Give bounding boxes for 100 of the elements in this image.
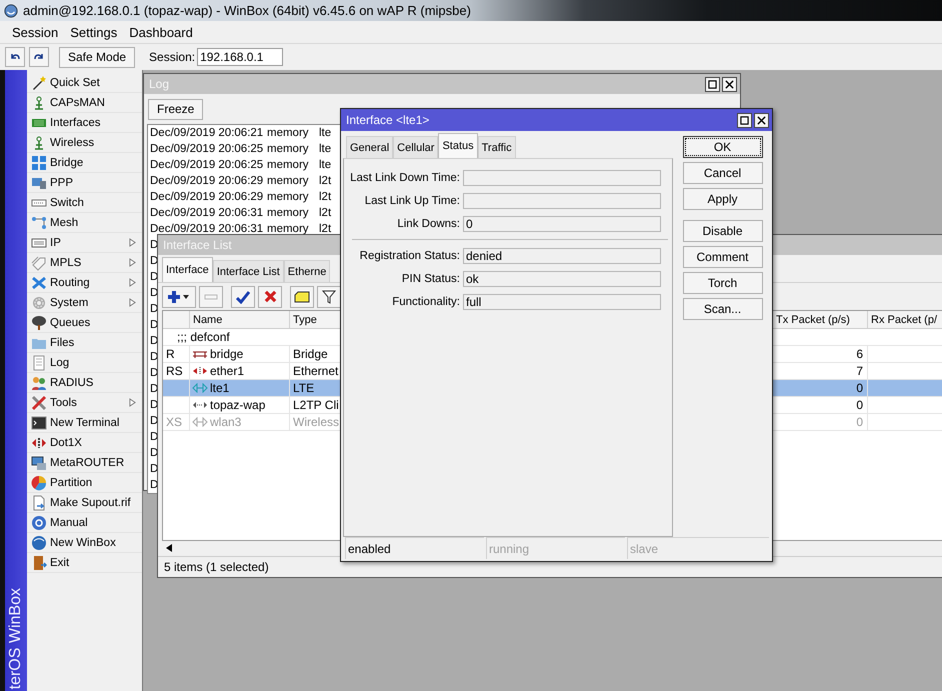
sidebar-item[interactable]: Dot1X — [27, 433, 142, 453]
column-header[interactable]: Name — [190, 311, 290, 328]
type-cell: Bridge — [293, 347, 328, 361]
dialog-button[interactable]: Cancel — [682, 162, 762, 184]
type-cell: Ethernet — [293, 364, 338, 378]
log-topic: memory — [267, 127, 310, 139]
menu-item[interactable]: Dashboard — [123, 22, 199, 42]
log-topic: memory — [267, 207, 310, 219]
sidebar-item[interactable]: PPP — [27, 173, 142, 193]
submenu-arrow-icon — [129, 398, 136, 407]
sidebar-item[interactable]: Files — [27, 333, 142, 353]
status-field[interactable]: full — [463, 294, 661, 310]
dialog-button[interactable]: Apply — [682, 188, 762, 210]
log-topic: memory — [267, 191, 310, 203]
flags-cell: XS — [166, 415, 182, 429]
sidebar-item[interactable]: Switch — [27, 193, 142, 213]
tab[interactable]: Interface List — [212, 260, 284, 282]
sidebar-item[interactable]: System — [27, 293, 142, 313]
submenu-arrow-icon — [129, 298, 136, 307]
nodes-icon — [31, 214, 47, 230]
sidebar-item[interactable]: Quick Set — [27, 73, 142, 93]
sidebar-item[interactable]: IP — [27, 233, 142, 253]
submenu-arrow-icon — [129, 278, 136, 287]
enable-button[interactable] — [231, 286, 255, 308]
sidebar-item[interactable]: Log — [27, 353, 142, 373]
sidebar-item[interactable]: Partition — [27, 473, 142, 493]
sidebar-item[interactable]: Make Supout.rif — [27, 493, 142, 513]
log-message: l2t — [319, 207, 332, 219]
double-arrow-icon — [192, 400, 208, 410]
tx-cell: 0 — [856, 381, 863, 395]
redo-button[interactable] — [29, 47, 49, 67]
tools-icon — [31, 394, 47, 410]
maximize-icon — [740, 116, 749, 124]
flags-cell: R — [166, 347, 175, 361]
comment-button[interactable] — [290, 286, 314, 308]
bridge-icon — [192, 349, 208, 359]
status-cell: slave — [627, 537, 769, 559]
close-icon — [725, 80, 734, 88]
sidebar-item[interactable]: New Terminal — [27, 413, 142, 433]
filter-button[interactable] — [317, 286, 341, 308]
column-header[interactable]: Rx Packet (p/ — [868, 311, 942, 328]
menu-item[interactable]: Session — [6, 22, 64, 42]
tab[interactable]: Traffic — [478, 136, 516, 158]
session-field[interactable]: 192.168.0.1 — [197, 48, 284, 66]
status-field[interactable]: denied — [463, 248, 661, 264]
dialog-button[interactable]: OK — [682, 136, 762, 158]
disable-button[interactable] — [258, 286, 282, 308]
maximize-button[interactable] — [737, 112, 752, 128]
status-field[interactable]: ok — [463, 270, 661, 286]
close-button[interactable] — [754, 112, 769, 128]
tx-cell: 0 — [856, 415, 863, 429]
people-icon — [31, 374, 47, 390]
sidebar-item[interactable]: Routing — [27, 273, 142, 293]
sidebar-item[interactable]: Exit — [27, 553, 142, 573]
tab[interactable]: Status — [438, 133, 478, 158]
log-message: lte — [319, 159, 332, 171]
sidebar-item[interactable]: New WinBox — [27, 533, 142, 553]
sidebar-item[interactable]: Wireless — [27, 133, 142, 153]
name-cell: topaz-wap — [210, 398, 266, 412]
dialog-button[interactable]: Disable — [682, 220, 762, 242]
sidebar-item[interactable]: MetaROUTER — [27, 453, 142, 473]
field-label: Last Link Down Time: — [349, 172, 461, 184]
maximize-icon — [708, 80, 717, 88]
sidebar-item[interactable]: CAPsMAN — [27, 93, 142, 113]
status-field[interactable]: 0 — [463, 216, 661, 232]
add-button[interactable] — [162, 286, 196, 308]
sidebar-item[interactable]: MPLS — [27, 253, 142, 273]
tab[interactable]: General — [346, 136, 394, 158]
safe-mode-button[interactable]: Safe Mode — [59, 46, 136, 68]
monitor-icon — [31, 454, 47, 470]
type-cell: LTE — [293, 381, 314, 395]
dialog-button[interactable]: Torch — [682, 272, 762, 294]
double-arrow-icon — [192, 383, 208, 393]
tag-icon — [31, 254, 47, 270]
status-field[interactable] — [463, 170, 661, 186]
sidebar-item[interactable]: Interfaces — [27, 113, 142, 133]
undo-button[interactable] — [5, 47, 25, 67]
field-label: Last Link Up Time: — [364, 194, 461, 206]
sidebar-item[interactable]: Queues — [27, 313, 142, 333]
log-time: Dec/09/2019 20:06:21 — [150, 127, 264, 139]
sidebar-item[interactable]: Tools — [27, 393, 142, 413]
file-icon — [31, 494, 47, 510]
log-topic: memory — [267, 223, 310, 235]
close-icon — [757, 116, 766, 124]
sidebar-item[interactable]: Mesh — [27, 213, 142, 233]
menu-item[interactable]: Settings — [64, 22, 124, 42]
tab[interactable]: Cellular — [393, 136, 438, 158]
sidebar-item[interactable]: Bridge — [27, 153, 142, 173]
tab[interactable]: Interface — [162, 257, 213, 282]
sidebar-item[interactable]: RADIUS — [27, 373, 142, 393]
dialog-button[interactable]: Comment — [682, 246, 762, 268]
dialog-button[interactable]: Scan... — [682, 298, 762, 320]
tree-icon — [31, 314, 47, 330]
app-icon — [4, 4, 18, 18]
sidebar-item[interactable]: Manual — [27, 513, 142, 533]
grid-icon — [31, 154, 47, 170]
freeze-button[interactable]: Freeze — [148, 98, 204, 120]
log-time: Dec/09/2019 20:06:31 — [150, 207, 264, 219]
status-field[interactable] — [463, 192, 661, 208]
tab[interactable]: Etherne — [284, 260, 330, 282]
